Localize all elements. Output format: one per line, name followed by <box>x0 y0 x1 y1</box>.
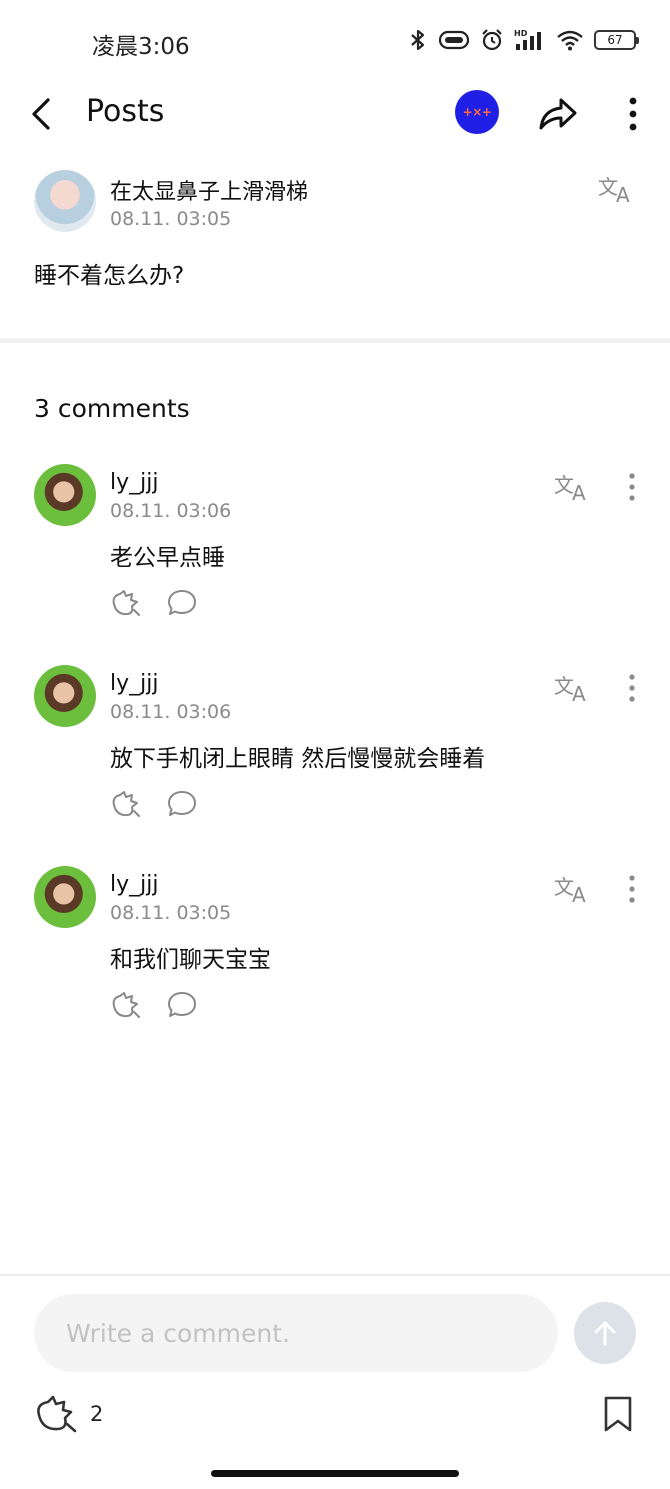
wifi-icon <box>557 30 583 51</box>
translate-icon: 文A <box>598 175 630 207</box>
comment-item: ly_jjj 08.11. 03:05 和我们聊天宝宝 文A <box>0 866 670 1036</box>
comment-timestamp: 08.11. 03:06 <box>110 500 232 522</box>
svg-text:文: 文 <box>554 473 574 497</box>
comment-item: ly_jjj 08.11. 03:06 放下手机闭上眼睛 然后慢慢就会睡着 文A <box>0 665 670 835</box>
comment-like-button[interactable] <box>110 789 142 819</box>
comment-reply-button[interactable] <box>166 588 198 618</box>
svg-text:文: 文 <box>554 875 574 899</box>
translate-icon: 文A <box>554 473 586 505</box>
cheer-icon <box>37 1395 77 1433</box>
avatar[interactable] <box>34 170 96 232</box>
speech-bubble-icon <box>168 590 196 615</box>
comment-timestamp: 08.11. 03:06 <box>110 701 232 723</box>
avatar[interactable] <box>34 866 96 928</box>
comment-item: ly_jjj 08.11. 03:06 老公早点睡 文A <box>0 464 670 634</box>
translate-icon: 文A <box>554 674 586 706</box>
comment-timestamp: 08.11. 03:05 <box>110 902 232 924</box>
vertical-dots-icon <box>629 473 635 501</box>
svg-text:A: A <box>616 183 630 206</box>
arrow-up-icon <box>594 1321 616 1346</box>
vertical-dots-icon <box>629 875 635 903</box>
post-like-button[interactable] <box>34 1394 80 1434</box>
back-button[interactable] <box>22 92 62 136</box>
composer-divider <box>0 1274 670 1276</box>
page-title: Posts <box>86 94 165 129</box>
artist-badge-label: +×+ <box>462 105 492 119</box>
chevron-left-icon <box>32 98 50 130</box>
comments-count: 3 comments <box>34 394 190 423</box>
top-app-bar: Posts +×+ <box>0 84 670 144</box>
post: 在太显鼻子上滑滑梯 08.11. 03:05 文A 睡不着怎么办? <box>0 160 670 340</box>
comment-author[interactable]: ly_jjj <box>110 671 158 696</box>
comment-input[interactable] <box>34 1294 558 1372</box>
avatar[interactable] <box>34 665 96 727</box>
translate-button[interactable]: 文A <box>554 872 594 907</box>
share-button[interactable] <box>535 90 581 136</box>
comment-more-button[interactable] <box>620 470 644 504</box>
post-timestamp: 08.11. 03:05 <box>110 208 232 230</box>
comment-author[interactable]: ly_jjj <box>110 872 158 897</box>
translate-button[interactable]: 文A <box>554 470 594 505</box>
cheer-icon <box>112 791 140 817</box>
post-author-name[interactable]: 在太显鼻子上滑滑梯 <box>110 174 308 206</box>
svg-text:A: A <box>572 682 586 705</box>
status-time: 凌晨3:06 <box>92 34 190 60</box>
bookmark-button[interactable] <box>600 1394 636 1434</box>
svg-text:文: 文 <box>598 175 618 199</box>
send-button[interactable] <box>574 1302 636 1364</box>
status-bar: 凌晨3:06 HD 67 <box>0 0 670 84</box>
comment-text: 和我们聊天宝宝 <box>110 947 271 973</box>
svg-text:文: 文 <box>554 674 574 698</box>
battery-indicator: 67 <box>594 30 639 50</box>
vertical-dots-icon <box>629 97 637 131</box>
artist-badge-button[interactable]: +×+ <box>455 90 499 134</box>
cheer-icon <box>112 590 140 616</box>
svg-text:A: A <box>572 481 586 504</box>
comment-reply-button[interactable] <box>166 990 198 1020</box>
svg-text:A: A <box>572 883 586 906</box>
vertical-dots-icon <box>629 674 635 702</box>
bookmark-icon <box>604 1396 632 1432</box>
translate-icon: 文A <box>554 875 586 907</box>
comment-text: 放下手机闭上眼睛 然后慢慢就会睡着 <box>110 746 486 772</box>
comment-like-button[interactable] <box>110 990 142 1020</box>
comment-like-button[interactable] <box>110 588 142 618</box>
avatar[interactable] <box>34 464 96 526</box>
comment-more-button[interactable] <box>620 872 644 906</box>
home-indicator[interactable] <box>211 1470 459 1477</box>
data-saver-icon <box>438 30 470 50</box>
comment-text: 老公早点睡 <box>110 545 225 571</box>
post-body: 睡不着怎么办? <box>34 263 185 289</box>
battery-level: 67 <box>607 33 623 47</box>
comment-reply-button[interactable] <box>166 789 198 819</box>
more-options-button[interactable] <box>616 92 650 136</box>
svg-text:HD: HD <box>514 29 528 38</box>
section-divider <box>0 338 670 343</box>
status-icons: HD 67 <box>408 28 639 52</box>
bluetooth-icon <box>411 29 425 51</box>
translate-button[interactable]: 文A <box>554 671 594 706</box>
cheer-icon <box>112 992 140 1018</box>
alarm-icon <box>482 29 502 51</box>
translate-button[interactable]: 文A <box>598 172 638 207</box>
like-count: 2 <box>90 1402 104 1426</box>
hd-signal-icon: HD <box>514 29 541 50</box>
comment-more-button[interactable] <box>620 671 644 705</box>
share-arrow-icon <box>539 98 577 130</box>
speech-bubble-icon <box>168 791 196 816</box>
speech-bubble-icon <box>168 992 196 1017</box>
comment-author[interactable]: ly_jjj <box>110 470 158 495</box>
